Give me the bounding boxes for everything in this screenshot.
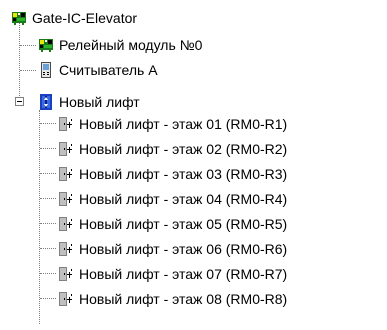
tree-connector-floor-4 (40, 198, 56, 200)
tree-node-floor-01[interactable]: Новый лифт - этаж 01 (RM0-R1) (58, 114, 288, 134)
collapse-toggle-elevator[interactable] (15, 97, 24, 106)
tree-node-floor-label: Новый лифт - этаж 06 (RM0-R6) (79, 241, 288, 257)
tree-node-floor-label: Новый лифт - этаж 08 (RM0-R8) (79, 291, 288, 307)
tree-connector-relay (20, 45, 36, 47)
tree-connector-floor-7 (40, 273, 56, 275)
tree-node-floor-label: Новый лифт - этаж 05 (RM0-R5) (79, 216, 288, 232)
tree-node-floor-label: Новый лифт - этаж 04 (RM0-R4) (79, 191, 288, 207)
tree-node-floor-04[interactable]: Новый лифт - этаж 04 (RM0-R4) (58, 189, 288, 209)
door-floor-icon (58, 116, 74, 132)
door-floor-icon (58, 166, 74, 182)
tree-node-floor-label: Новый лифт - этаж 02 (RM0-R2) (79, 141, 288, 157)
tree-connector-floor-2 (40, 148, 56, 150)
tree-node-floor-08[interactable]: Новый лифт - этаж 08 (RM0-R8) (58, 289, 288, 309)
elevator-icon (38, 94, 54, 110)
tree-node-floor-label: Новый лифт - этаж 03 (RM0-R3) (79, 166, 288, 182)
tree-node-floor-03[interactable]: Новый лифт - этаж 03 (RM0-R3) (58, 164, 288, 184)
door-floor-icon (58, 141, 74, 157)
controller-board-icon (11, 10, 27, 26)
tree-node-root[interactable]: Gate-IC-Elevator (11, 8, 138, 28)
tree-node-floor-label: Новый лифт - этаж 01 (RM0-R1) (79, 116, 288, 132)
door-floor-icon (58, 191, 74, 207)
tree-node-floor-02[interactable]: Новый лифт - этаж 02 (RM0-R2) (58, 139, 288, 159)
tree-node-floor-05[interactable]: Новый лифт - этаж 05 (RM0-R5) (58, 214, 288, 234)
door-floor-icon (58, 266, 74, 282)
tree-node-floor-06[interactable]: Новый лифт - этаж 06 (RM0-R6) (58, 239, 288, 259)
relay-module-icon (38, 37, 54, 53)
door-floor-icon (58, 291, 74, 307)
tree-connector-root (19, 22, 21, 104)
tree-connector-floor-5 (40, 223, 56, 225)
tree-connector-floor-3 (40, 173, 56, 175)
door-floor-icon (58, 241, 74, 257)
tree-node-elevator[interactable]: Новый лифт (38, 92, 141, 112)
tree-connector-floor-1 (40, 123, 56, 125)
tree-node-floor-label: Новый лифт - этаж 07 (RM0-R7) (79, 266, 288, 282)
tree-node-floor-07[interactable]: Новый лифт - этаж 07 (RM0-R7) (58, 264, 288, 284)
tree-node-relay-module[interactable]: Релейный модуль №0 (38, 35, 203, 55)
card-reader-icon (38, 62, 54, 78)
tree-node-relay-module-label: Релейный модуль №0 (59, 37, 203, 53)
tree-connector-floor-8 (40, 298, 56, 300)
tree-node-card-reader[interactable]: Считыватель А (38, 60, 159, 80)
tree-connector-reader (20, 70, 36, 72)
device-tree: Gate-IC-Elevator Релейный модуль №0 Счит… (0, 0, 387, 330)
tree-connector-floor-6 (40, 248, 56, 250)
tree-node-elevator-label: Новый лифт (59, 94, 140, 110)
tree-connector-elevator (39, 110, 41, 324)
tree-node-card-reader-label: Считыватель А (59, 62, 158, 78)
door-floor-icon (58, 216, 74, 232)
tree-node-root-label: Gate-IC-Elevator (32, 10, 138, 26)
